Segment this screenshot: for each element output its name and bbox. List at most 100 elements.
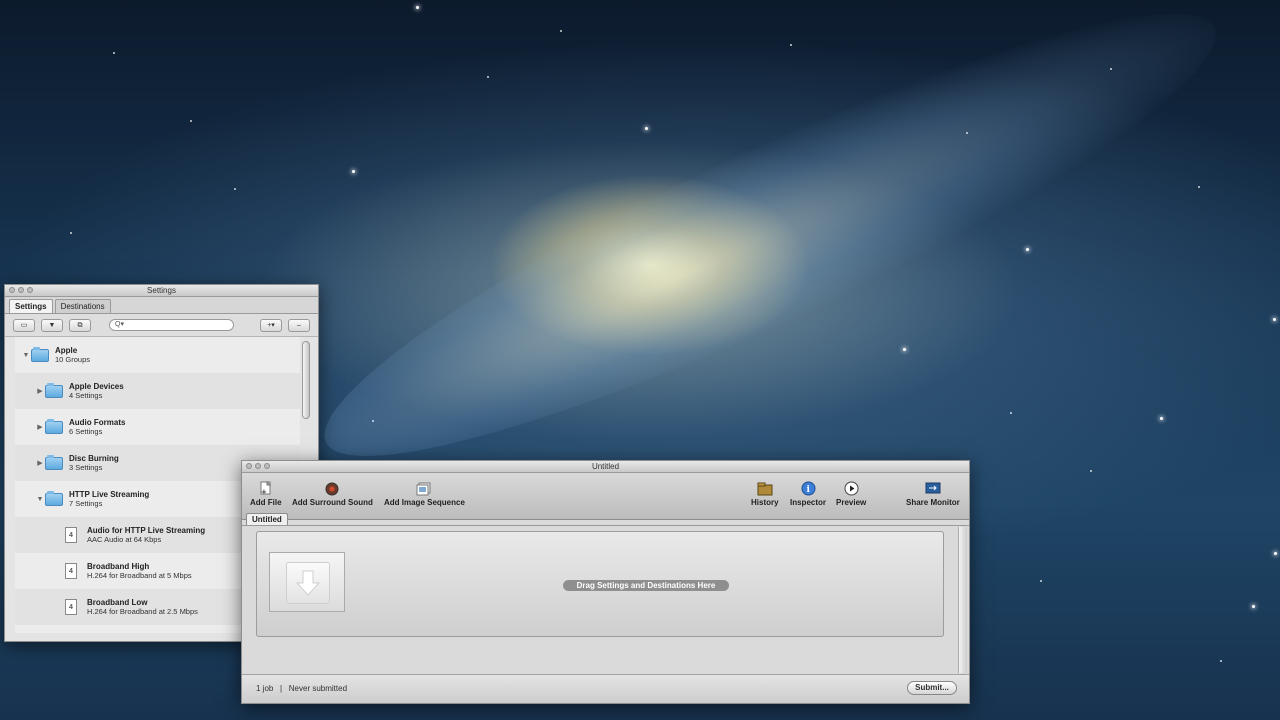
tree-row-title: Apple (55, 346, 78, 355)
star (790, 44, 792, 46)
disclosure-triangle-icon[interactable]: ▼ (35, 496, 45, 503)
add-image-sequence-label: Add Image Sequence (384, 498, 465, 507)
tab-destinations[interactable]: Destinations (54, 299, 111, 313)
star (487, 76, 489, 78)
add-surround-sound-label: Add Surround Sound (292, 498, 373, 507)
submission-status: Never submitted (288, 684, 348, 693)
star (1198, 186, 1200, 188)
tree-row-subtitle: AAC Audio at 64 Kbps (87, 535, 162, 544)
status-separator: | (280, 684, 283, 693)
add-surround-sound-button[interactable]: Add Surround Sound (292, 481, 373, 507)
settings-titlebar[interactable]: Settings (5, 285, 318, 297)
settings-search-input[interactable]: Q▾ (109, 319, 234, 331)
settings-window-title: Settings (147, 286, 176, 295)
settings-tabs: Settings Destinations (5, 297, 318, 314)
batch-window-title: Untitled (591, 462, 620, 471)
tab-settings[interactable]: Settings (9, 299, 53, 313)
disclosure-triangle-icon[interactable]: ▶ (35, 387, 45, 395)
add-setting-button[interactable]: +▾ (260, 318, 282, 332)
star (1252, 605, 1255, 608)
share-monitor-icon (925, 481, 941, 496)
add-image-sequence-button[interactable]: Add Image Sequence (384, 481, 465, 507)
batch-toolbar: + Add File Add Surround Sound Add Image … (242, 473, 969, 520)
duplicate-button[interactable]: ⧉ (69, 318, 91, 332)
folder-icon (45, 490, 63, 506)
new-group-button[interactable]: ▭ (13, 318, 35, 332)
preview-button[interactable]: Preview (836, 481, 866, 507)
tree-row-title: Audio for HTTP Live Streaming (87, 526, 206, 535)
surround-sound-icon (324, 481, 340, 496)
image-sequence-icon (416, 481, 432, 496)
filter-icon: ▼ (48, 321, 56, 329)
star (560, 30, 562, 32)
star (903, 348, 906, 351)
star (1110, 68, 1112, 70)
inspector-button[interactable]: i Inspector (790, 481, 826, 507)
folder-add-icon: ▭ (20, 321, 28, 329)
star (113, 52, 115, 54)
status-bar: 1 job | Never submitted Submit... (242, 674, 969, 703)
tree-row-audio-formats[interactable]: ▶ Audio Formats 6 Settings (15, 409, 300, 445)
star (372, 420, 374, 422)
submit-button[interactable]: Submit... (907, 681, 957, 695)
svg-text:+: + (261, 488, 267, 496)
disclosure-triangle-icon[interactable]: ▼ (21, 352, 31, 359)
zoom-button[interactable] (264, 463, 270, 469)
batch-scrollbar[interactable] (958, 527, 967, 673)
folder-icon (45, 454, 63, 470)
setting-file-icon: 4 (65, 563, 77, 579)
tree-row-apple[interactable]: ▼ Apple 10 Groups (15, 337, 300, 373)
star (1274, 552, 1277, 555)
disclosure-triangle-icon[interactable]: ▶ (35, 423, 45, 431)
download-arrow-icon (295, 570, 321, 596)
disclosure-triangle-icon[interactable]: ▶ (35, 459, 45, 467)
star (645, 127, 648, 130)
history-icon (757, 481, 773, 496)
close-button[interactable] (9, 287, 15, 293)
galaxy-band (289, 0, 1251, 520)
remove-setting-button[interactable]: – (288, 318, 310, 332)
tree-row-subtitle: 10 Groups (55, 355, 91, 364)
tab-divider (242, 525, 969, 526)
add-file-label: Add File (250, 498, 282, 507)
drag-settings-label: Drag Settings and Destinations Here (563, 580, 729, 591)
star (1026, 248, 1029, 251)
history-label: History (751, 498, 779, 507)
duplicate-icon: ⧉ (77, 321, 83, 329)
svg-text:i: i (806, 485, 810, 495)
job-drop-area[interactable]: Drag Settings and Destinations Here (256, 531, 944, 637)
folder-icon (45, 418, 63, 434)
add-file-icon: + (258, 481, 274, 496)
settings-scrollbar[interactable] (302, 341, 310, 419)
source-media-well[interactable] (269, 552, 345, 612)
history-button[interactable]: History (751, 481, 779, 507)
minimize-button[interactable] (18, 287, 24, 293)
drop-target (286, 562, 330, 604)
tree-row-apple-devices[interactable]: ▶ Apple Devices 4 Settings (15, 373, 300, 409)
settings-toolbar: ▭ ▼ ⧉ Q▾ +▾ – (5, 314, 318, 337)
preview-label: Preview (836, 498, 867, 507)
share-monitor-label: Share Monitor (906, 498, 960, 507)
star (1010, 412, 1012, 414)
star (1220, 660, 1222, 662)
star (234, 188, 236, 190)
star (416, 6, 419, 9)
tree-row-title: HTTP Live Streaming (69, 490, 150, 499)
tree-row-subtitle: 7 Settings (69, 499, 103, 508)
share-monitor-button[interactable]: Share Monitor (906, 481, 960, 507)
folder-icon (31, 346, 49, 362)
batch-titlebar[interactable]: Untitled (242, 461, 969, 473)
info-icon: i (800, 481, 816, 496)
close-button[interactable] (246, 463, 252, 469)
job-status: 1 job | Never submitted (256, 684, 347, 693)
tree-row-title: Audio Formats (69, 418, 126, 427)
job-count: 1 job (256, 684, 274, 693)
add-file-button[interactable]: + Add File (250, 481, 282, 507)
window-controls (246, 463, 270, 469)
star (70, 232, 72, 234)
tree-row-subtitle: H.264 for Broadband at 2.5 Mbps (87, 607, 198, 616)
minimize-button[interactable] (255, 463, 261, 469)
filter-button[interactable]: ▼ (41, 318, 63, 332)
zoom-button[interactable] (27, 287, 33, 293)
star (190, 120, 192, 122)
